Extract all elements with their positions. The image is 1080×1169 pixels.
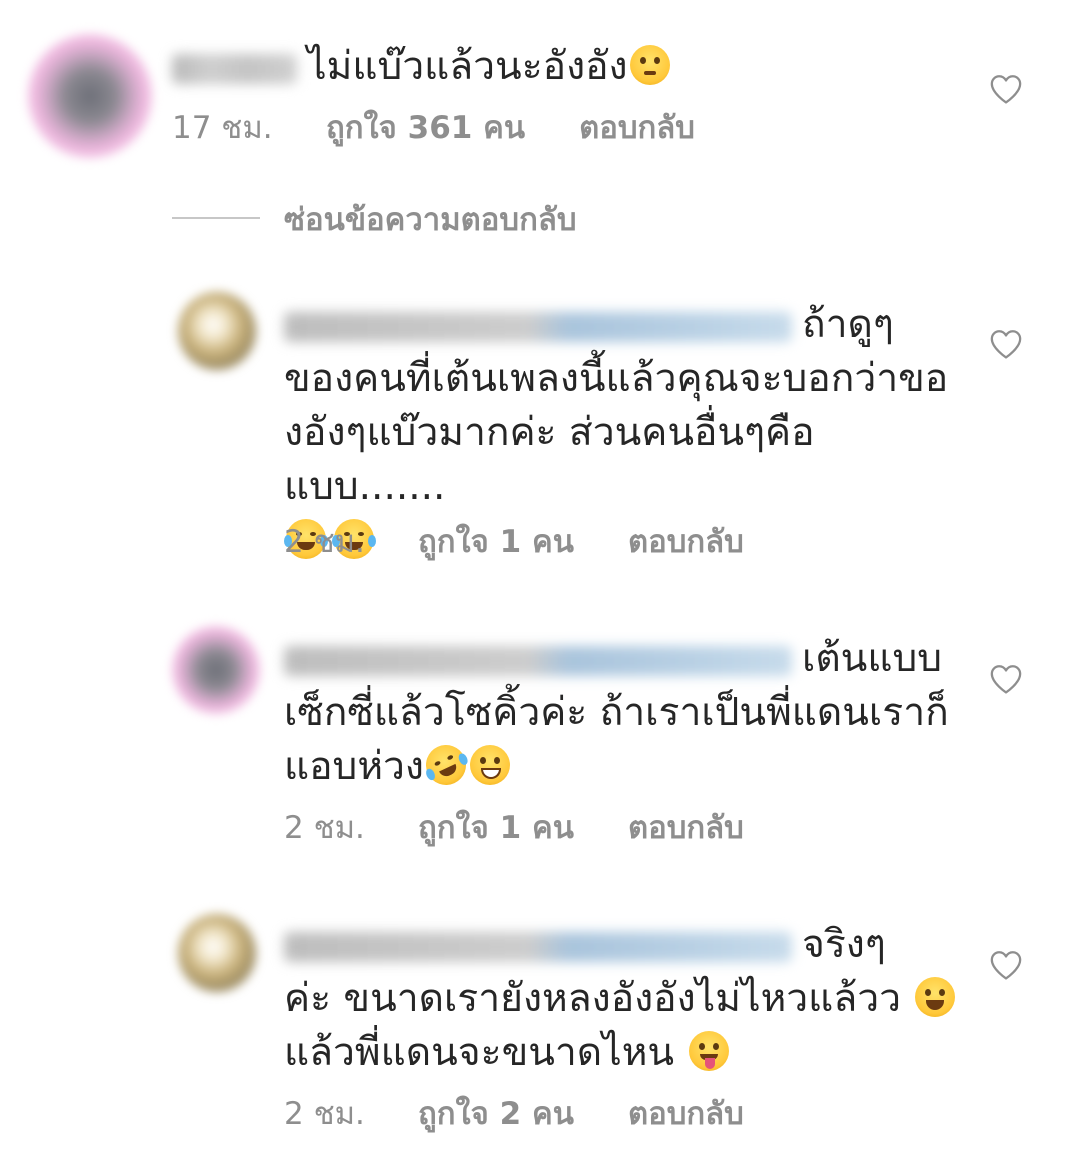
avatar[interactable] bbox=[172, 626, 260, 714]
timestamp: 2 ชม. bbox=[284, 1096, 365, 1132]
reply-button[interactable]: ตอบกลับ bbox=[579, 108, 695, 148]
username-blurred[interactable] bbox=[284, 931, 792, 962]
heart-icon[interactable] bbox=[989, 328, 1023, 360]
comment-line: แล้วพี่แดนจะขนาดไหน bbox=[284, 1026, 964, 1080]
likes-count[interactable]: ถูกใจ 2 คน bbox=[418, 1094, 574, 1134]
likes-count[interactable]: ถูกใจ 361 คน bbox=[326, 108, 525, 148]
comment-meta: 2 ชม. ถูกใจ 1 คน ตอบกลับ bbox=[284, 522, 744, 562]
timestamp: 17 ชม. bbox=[172, 110, 273, 146]
comment-text: ไม่แบ๊วแล้วนะอังอัง bbox=[172, 40, 952, 94]
comment-line: แอบห่วง bbox=[284, 738, 964, 794]
comment-text: จริงๆ ค่ะ ขนาดเรายังหลงอังอังไม่ไหวแล้วว… bbox=[284, 918, 964, 1080]
avatar[interactable] bbox=[178, 914, 256, 992]
timestamp: 2 ชม. bbox=[284, 810, 365, 846]
reply-button[interactable]: ตอบกลับ bbox=[628, 808, 744, 848]
comment-meta: 2 ชม. ถูกใจ 1 คน ตอบกลับ bbox=[284, 808, 744, 848]
comment-line: ค่ะ ขนาดเรายังหลงอังอังไม่ไหวแล้วว bbox=[284, 972, 964, 1026]
comment-meta: 17 ชม. ถูกใจ 361 คน ตอบกลับ bbox=[172, 108, 695, 148]
laughing-emoji bbox=[915, 977, 956, 1017]
comment-meta: 2 ชม. ถูกใจ 2 คน ตอบกลับ bbox=[284, 1094, 744, 1134]
pleading-face-emoji bbox=[629, 45, 670, 85]
hide-replies-button[interactable]: ซ่อนข้อความตอบกลับ bbox=[284, 200, 577, 240]
timestamp: 2 ชม. bbox=[284, 524, 365, 560]
comment-text: เต้นแบบ เซ็กซี่แล้วโซคิ้วค่ะ ถ้าเราเป็นพ… bbox=[284, 632, 964, 794]
comment-line: จริงๆ bbox=[284, 918, 964, 972]
comment-line: งอังๆแบ๊วมากค่ะ ส่วนคนอื่นๆคือแบบ....... bbox=[284, 410, 815, 509]
hide-replies-divider bbox=[172, 217, 260, 219]
avatar[interactable] bbox=[28, 34, 152, 158]
comment-main: ไม่แบ๊วแล้วนะอังอัง 17 ชม. ถูกใจ 361 คน ตอ… bbox=[0, 0, 1080, 180]
comment-line: ของคนที่เต้นเพลงนี้แล้วคุณจะบอกว่าขอ bbox=[284, 356, 949, 401]
reply-button[interactable]: ตอบกลับ bbox=[628, 1094, 744, 1134]
username-blurred[interactable] bbox=[284, 311, 792, 342]
comment-line: ถ้าดูๆ bbox=[284, 298, 964, 352]
comment-line: เต้นแบบ bbox=[284, 632, 964, 686]
reply-button[interactable]: ตอบกลับ bbox=[628, 522, 744, 562]
heart-icon[interactable] bbox=[989, 949, 1023, 981]
username-blurred[interactable] bbox=[172, 53, 297, 84]
heart-icon[interactable] bbox=[989, 663, 1023, 695]
likes-count[interactable]: ถูกใจ 1 คน bbox=[418, 522, 574, 562]
likes-count[interactable]: ถูกใจ 1 คน bbox=[418, 808, 574, 848]
comment-line: เซ็กซี่แล้วโซคิ้วค่ะ ถ้าเราเป็นพี่แดนเรา… bbox=[284, 690, 949, 735]
rofl-emoji bbox=[419, 738, 473, 792]
heart-icon[interactable] bbox=[989, 73, 1023, 105]
zany-emoji bbox=[688, 1031, 729, 1071]
grin-emoji bbox=[469, 745, 510, 785]
avatar[interactable] bbox=[178, 292, 256, 370]
username-blurred[interactable] bbox=[284, 645, 792, 676]
